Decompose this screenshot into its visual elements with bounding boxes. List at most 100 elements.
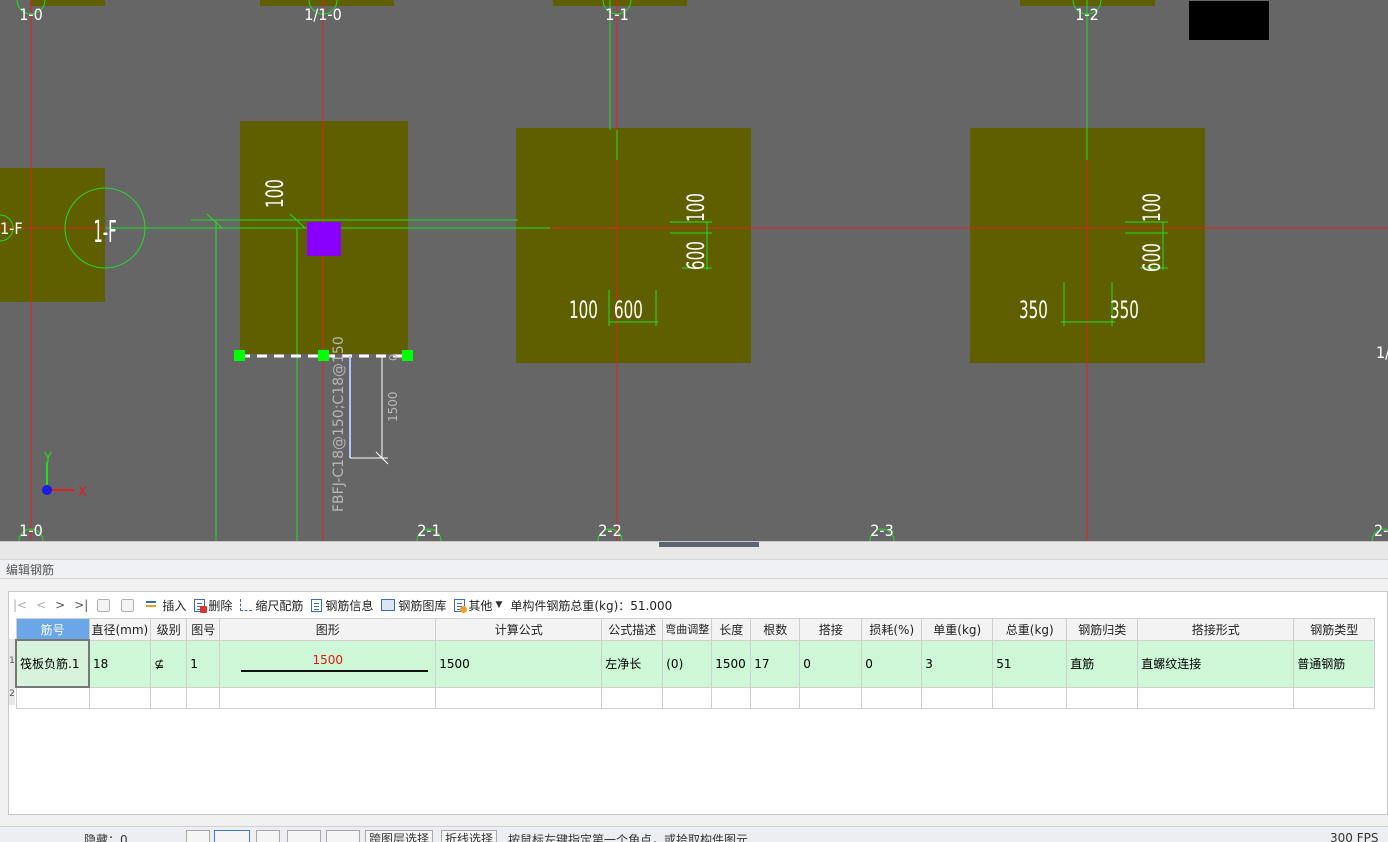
grip-handle[interactable] (318, 350, 329, 361)
table-header-row: 筋号 直径(mm) 级别 图号 图形 计算公式 公式描述 弯曲调整 长度 根数 … (15, 618, 1376, 641)
cell-formula-desc[interactable]: 左净长 (601, 639, 664, 688)
cell-empty[interactable] (1137, 686, 1295, 709)
col-header[interactable]: 钢筋类型 (1293, 618, 1376, 641)
scale-icon (240, 599, 253, 611)
cell-lap-type[interactable]: 直螺纹连接 (1137, 639, 1295, 688)
move-up-button[interactable] (97, 598, 113, 612)
axis-label-left: 1-F (0, 219, 23, 238)
cell-empty[interactable] (662, 686, 713, 709)
plus-toggle[interactable] (326, 830, 360, 842)
cell-empty[interactable] (88, 686, 152, 709)
col-header[interactable]: 公式描述 (601, 618, 664, 641)
cell-shape[interactable]: 1500 (219, 639, 437, 688)
col-header[interactable]: 筋号 (15, 618, 90, 641)
rebar-library-button[interactable]: 钢筋图库 (381, 597, 446, 614)
other-dropdown[interactable]: 其他 ▼ (454, 597, 502, 614)
insert-button[interactable]: 插入 (145, 597, 186, 614)
chevron-down-icon: ▼ (495, 600, 503, 610)
select-mode-toggle[interactable] (214, 830, 250, 842)
col-header[interactable]: 损耗(%) (861, 618, 923, 641)
col-header[interactable]: 单重(kg) (921, 618, 994, 641)
cell-unit-weight[interactable]: 3 (921, 639, 994, 688)
nav-last-button[interactable]: >| (74, 598, 88, 612)
cross-toggle[interactable] (256, 830, 280, 842)
cell-grade[interactable]: ⊈ (150, 639, 188, 688)
col-header[interactable]: 弯曲调整 (662, 618, 713, 641)
cell-empty[interactable] (1066, 686, 1139, 709)
cell-name[interactable]: 筏板负筋.1 (15, 639, 90, 688)
cell-total-weight[interactable]: 51 (992, 639, 1068, 688)
axis-label-bottom: 2-3 (870, 521, 894, 540)
move-up-icon (97, 598, 111, 612)
library-icon (381, 599, 396, 611)
cell-empty[interactable] (219, 686, 437, 709)
cell-loss[interactable]: 0 (861, 639, 923, 688)
cell-bend-adjust[interactable]: (0) (662, 639, 713, 688)
col-header[interactable]: 图号 (186, 618, 221, 641)
cell-category[interactable]: 直筋 (1066, 639, 1139, 688)
document-icon (311, 598, 323, 612)
cell-figure-no[interactable]: 1 (186, 639, 221, 688)
cell-count[interactable]: 17 (750, 639, 801, 688)
cell-empty[interactable] (861, 686, 923, 709)
cell-empty[interactable] (921, 686, 994, 709)
cad-svg[interactable]: 1-0 1/1-0 1-1 1-2 1-0 2-1 2-2 2-3 2- 1-F… (0, 0, 1388, 541)
axis-label-top: 1-0 (19, 5, 43, 24)
scale-rebar-button[interactable]: 缩尺配筋 (240, 597, 303, 614)
col-header[interactable]: 长度 (711, 618, 752, 641)
selected-element[interactable] (307, 222, 341, 256)
splitter-grip[interactable] (659, 542, 759, 547)
cell-lap[interactable]: 0 (799, 639, 863, 688)
cell-empty[interactable] (711, 686, 752, 709)
rebar-info-button[interactable]: 钢筋信息 (311, 597, 373, 614)
rebar-library-label: 钢筋图库 (398, 598, 447, 613)
cell-rebar-type[interactable]: 普通钢筋 (1293, 639, 1376, 688)
ucs-x-label: X (78, 485, 87, 500)
table-row[interactable]: 筏板负筋.1 18 ⊈ 1 1500 1500 左净长 (0) 1500 17 … (15, 639, 1376, 688)
col-header[interactable]: 总重(kg) (992, 618, 1068, 641)
col-header[interactable]: 级别 (150, 618, 188, 641)
cell-length[interactable]: 1500 (711, 639, 752, 688)
cell-empty[interactable] (601, 686, 664, 709)
snap-toggle[interactable] (186, 830, 210, 842)
col-header[interactable]: 搭接 (799, 618, 863, 641)
cell-empty[interactable] (15, 686, 90, 709)
cell-empty[interactable] (435, 686, 603, 709)
cell-empty[interactable] (1293, 686, 1376, 709)
grip-handle[interactable] (402, 350, 413, 361)
shape-bar (241, 669, 429, 672)
axis-label-top: 1/1-0 (304, 5, 342, 24)
hide-count: 隐藏：0 (84, 833, 128, 842)
shape-value: 1500 (312, 652, 344, 667)
axis-label-bottom: 2-2 (598, 521, 622, 540)
column-3[interactable] (516, 128, 751, 363)
col-header[interactable]: 搭接形式 (1137, 618, 1295, 641)
cell-diameter[interactable]: 18 (88, 639, 152, 688)
grip-handle[interactable] (234, 350, 245, 361)
cell-empty[interactable] (750, 686, 801, 709)
delete-button[interactable]: 删除 (194, 597, 232, 614)
nav-first-button[interactable]: |< (13, 598, 27, 612)
nav-next-button[interactable]: > (55, 598, 65, 612)
fold-line-select-button[interactable]: 折线选择 (441, 830, 498, 842)
cell-empty[interactable] (799, 686, 863, 709)
cell-empty[interactable] (150, 686, 188, 709)
col-header[interactable]: 根数 (750, 618, 801, 641)
nav-prev-button[interactable]: < (36, 598, 46, 612)
status-bar: 隐藏：0 跨图层选择 折线选择 按鼠标左键指定第一个角点，或拾取构件图元 300… (0, 826, 1388, 842)
cell-empty[interactable] (186, 686, 221, 709)
rebar-toolbar: |< < > >| 插入 删除 缩尺配筋 钢筋信息 钢筋图库 其他 ▼ 单构件钢筋… (9, 592, 1387, 618)
col-header[interactable]: 图形 (219, 618, 437, 641)
dim-col3-left: 350 (1019, 296, 1048, 324)
splitter[interactable] (0, 541, 1388, 560)
move-down-button[interactable] (121, 598, 137, 612)
cross-layer-select-button[interactable]: 跨图层选择 (365, 830, 434, 842)
col-header[interactable]: 钢筋归类 (1066, 618, 1139, 641)
cell-formula[interactable]: 1500 (435, 639, 603, 688)
col-header[interactable]: 计算公式 (435, 618, 603, 641)
cad-drawing-canvas[interactable]: 1-0 1/1-0 1-1 1-2 1-0 2-1 2-2 2-3 2- 1-F… (0, 0, 1388, 541)
col-header[interactable]: 直径(mm) (88, 618, 152, 641)
check-toggle[interactable] (287, 830, 321, 842)
table-row[interactable] (15, 686, 1376, 709)
cell-empty[interactable] (992, 686, 1068, 709)
